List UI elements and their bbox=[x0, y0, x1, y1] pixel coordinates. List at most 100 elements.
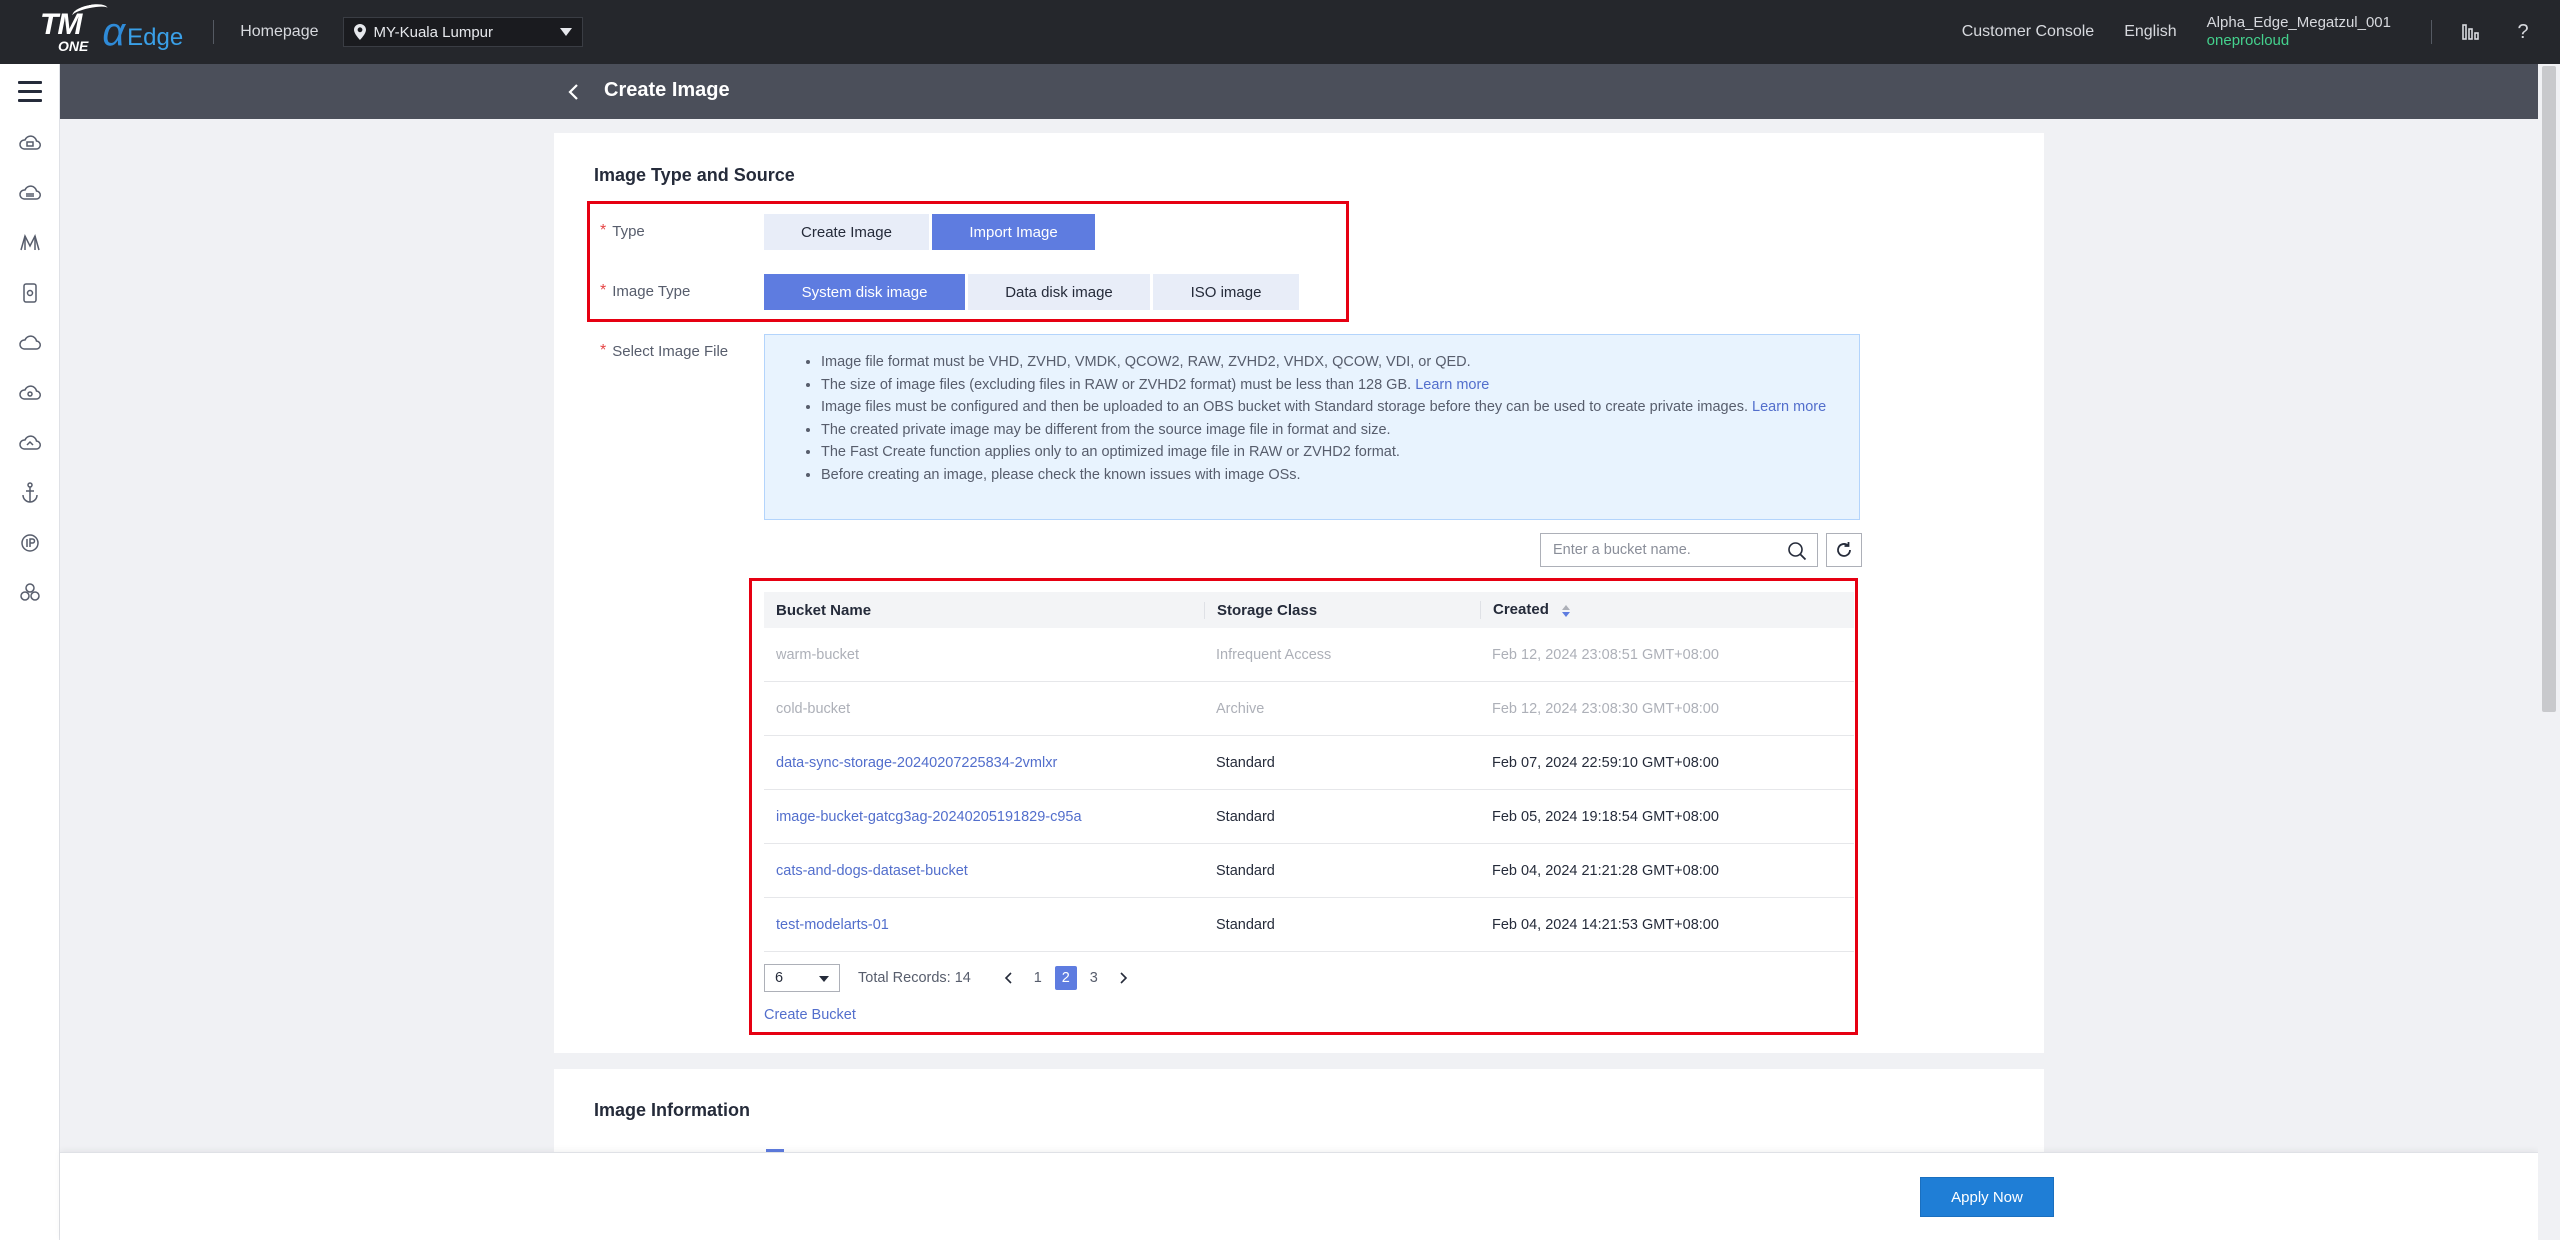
created-cell: Feb 07, 2024 22:59:10 GMT+08:00 bbox=[1492, 754, 1719, 771]
info-item: Image files must be configured and then … bbox=[821, 396, 1839, 419]
type-option-import-image[interactable]: Import Image bbox=[932, 214, 1095, 250]
search-icon[interactable] bbox=[1787, 541, 1807, 561]
created-cell: Feb 04, 2024 14:21:53 GMT+08:00 bbox=[1492, 916, 1719, 933]
create-bucket-link[interactable]: Create Bucket bbox=[764, 1007, 856, 1023]
image-type-option-iso[interactable]: ISO image bbox=[1153, 274, 1299, 310]
sort-icon[interactable] bbox=[1561, 603, 1571, 619]
learn-more-link[interactable]: Learn more bbox=[1415, 377, 1489, 393]
created-cell: Feb 04, 2024 21:21:28 GMT+08:00 bbox=[1492, 862, 1719, 879]
page-size-select[interactable]: 6 bbox=[764, 964, 840, 992]
next-page-icon[interactable] bbox=[1111, 966, 1135, 990]
top-navigation-bar: TM ONE α Edge Homepage MY-Kuala Lumpur Cu… bbox=[0, 0, 2560, 64]
back-arrow-icon[interactable] bbox=[560, 78, 588, 106]
required-asterisk-icon: * bbox=[600, 222, 607, 239]
region-selector[interactable]: MY-Kuala Lumpur bbox=[342, 17, 583, 47]
elastic-ip-icon[interactable] bbox=[0, 518, 60, 568]
table-header-row: Bucket Name Storage Class Created bbox=[764, 592, 1854, 628]
cloud-network-icon[interactable] bbox=[0, 418, 60, 468]
region-label: MY-Kuala Lumpur bbox=[373, 23, 494, 41]
bar-chart-icon bbox=[2462, 24, 2479, 40]
page-1[interactable]: 1 bbox=[1027, 966, 1049, 990]
service-sidebar bbox=[0, 64, 60, 1240]
bucket-name-cell[interactable]: cats-and-dogs-dataset-bucket bbox=[764, 863, 1204, 879]
storage-class-cell: Standard bbox=[1216, 754, 1275, 771]
refresh-button[interactable] bbox=[1826, 533, 1862, 567]
storage-class-cell: Archive bbox=[1216, 700, 1265, 717]
bucket-name-cell[interactable]: test-modelarts-01 bbox=[764, 917, 1204, 933]
required-asterisk-icon: * bbox=[600, 282, 607, 299]
created-cell: Feb 05, 2024 19:18:54 GMT+08:00 bbox=[1492, 808, 1719, 825]
page-title: Create Image bbox=[604, 79, 730, 101]
image-type-option-system-disk[interactable]: System disk image bbox=[764, 274, 965, 310]
created-cell: Feb 12, 2024 23:08:30 GMT+08:00 bbox=[1492, 700, 1719, 717]
image-type-option-data-disk[interactable]: Data disk image bbox=[968, 274, 1150, 310]
page-scrollbar[interactable] bbox=[2538, 64, 2560, 1240]
tm-one-alpha-edge-logo[interactable]: TM ONE α Edge bbox=[40, 0, 183, 64]
storage-disk-icon[interactable] bbox=[0, 268, 60, 318]
bucket-search-input[interactable] bbox=[1553, 542, 1783, 558]
caret-down-icon bbox=[559, 28, 572, 36]
bucket-search bbox=[1540, 533, 1818, 567]
bucket-name-cell[interactable]: data-sync-storage-20240207225834-2vmlxr bbox=[764, 755, 1204, 771]
divider bbox=[2431, 20, 2432, 44]
bms-cloud-icon[interactable] bbox=[0, 168, 60, 218]
image-type-selector: System disk image Data disk image ISO im… bbox=[764, 274, 1299, 310]
required-asterisk-icon: * bbox=[600, 342, 607, 359]
total-records: Total Records: 14 bbox=[858, 970, 971, 986]
prev-page-icon[interactable] bbox=[997, 966, 1021, 990]
table-row[interactable]: data-sync-storage-20240207225834-2vmlxr … bbox=[764, 736, 1854, 790]
column-header-bucket-name: Bucket Name bbox=[776, 601, 872, 619]
info-item: Image file format must be VHD, ZVHD, VMD… bbox=[821, 351, 1839, 374]
user-name: Alpha_Edge_Megatzul_001 bbox=[2206, 14, 2391, 31]
language-selector[interactable]: English bbox=[2124, 23, 2176, 41]
table-row[interactable]: test-modelarts-01 Standard Feb 04, 2024 … bbox=[764, 898, 1854, 952]
bucket-table: Bucket Name Storage Class Created warm-b… bbox=[764, 592, 1854, 952]
customer-console-link[interactable]: Customer Console bbox=[1962, 23, 2095, 41]
info-item: Before creating an image, please check t… bbox=[821, 464, 1839, 487]
menu-icon[interactable] bbox=[0, 64, 60, 118]
pagination: 6 Total Records: 14 1 2 3 bbox=[764, 964, 1135, 992]
page-3[interactable]: 3 bbox=[1083, 966, 1105, 990]
learn-more-link[interactable]: Learn more bbox=[1752, 399, 1826, 415]
cluster-icon[interactable] bbox=[0, 568, 60, 618]
ecs-cloud-icon[interactable] bbox=[0, 118, 60, 168]
select-image-file-label: * Select Image File bbox=[600, 342, 729, 360]
page-2[interactable]: 2 bbox=[1054, 966, 1077, 990]
refresh-icon bbox=[1837, 542, 1851, 557]
bucket-name-cell: warm-bucket bbox=[776, 646, 859, 663]
cloud-service-icon[interactable] bbox=[0, 368, 60, 418]
info-item: The size of image files (excluding files… bbox=[821, 374, 1839, 397]
homepage-link[interactable]: Homepage bbox=[240, 23, 318, 41]
column-header-created[interactable]: Created bbox=[1480, 601, 1854, 619]
section-title-image-information: Image Information bbox=[594, 1100, 751, 1120]
type-label: * Type bbox=[600, 222, 645, 240]
storage-class-cell: Standard bbox=[1216, 862, 1275, 879]
caret-down-icon bbox=[819, 976, 829, 982]
user-account-menu[interactable]: Alpha_Edge_Megatzul_001 oneprocloud bbox=[2207, 14, 2391, 50]
cloud-icon[interactable] bbox=[0, 318, 60, 368]
divider bbox=[213, 20, 215, 44]
page-header: Create Image bbox=[60, 64, 2538, 119]
action-footer: Apply Now bbox=[60, 1152, 2538, 1240]
table-row[interactable]: cats-and-dogs-dataset-bucket Standard Fe… bbox=[764, 844, 1854, 898]
apply-now-button[interactable]: Apply Now bbox=[1920, 1177, 2054, 1217]
image-type-label: * Image Type bbox=[600, 282, 691, 300]
user-organization: oneprocloud bbox=[2206, 32, 2290, 49]
help-icon[interactable]: ? bbox=[2508, 17, 2538, 47]
table-row: cold-bucket Archive Feb 12, 2024 23:08:3… bbox=[764, 682, 1854, 736]
bucket-name-cell[interactable]: image-bucket-gatcg3ag-20240205191829-c95… bbox=[764, 809, 1204, 825]
table-row[interactable]: image-bucket-gatcg3ag-20240205191829-c95… bbox=[764, 790, 1854, 844]
column-header-storage-class: Storage Class bbox=[1204, 601, 1480, 619]
type-option-create-image[interactable]: Create Image bbox=[764, 214, 929, 250]
table-row: warm-bucket Infrequent Access Feb 12, 20… bbox=[764, 628, 1854, 682]
bucket-name-cell: cold-bucket bbox=[776, 700, 851, 717]
tm-one-logo: TM ONE bbox=[40, 1, 110, 53]
info-item: The created private image may be differe… bbox=[821, 419, 1839, 442]
scrollbar-thumb[interactable] bbox=[2542, 66, 2556, 712]
image-file-info-box: Image file format must be VHD, ZVHD, VMD… bbox=[764, 334, 1860, 520]
network-icon[interactable] bbox=[0, 218, 60, 268]
resource-stats-icon[interactable] bbox=[2456, 17, 2486, 47]
storage-class-cell: Infrequent Access bbox=[1216, 646, 1332, 663]
section-title-image-type-source: Image Type and Source bbox=[594, 165, 795, 185]
anchor-icon[interactable] bbox=[0, 468, 60, 518]
